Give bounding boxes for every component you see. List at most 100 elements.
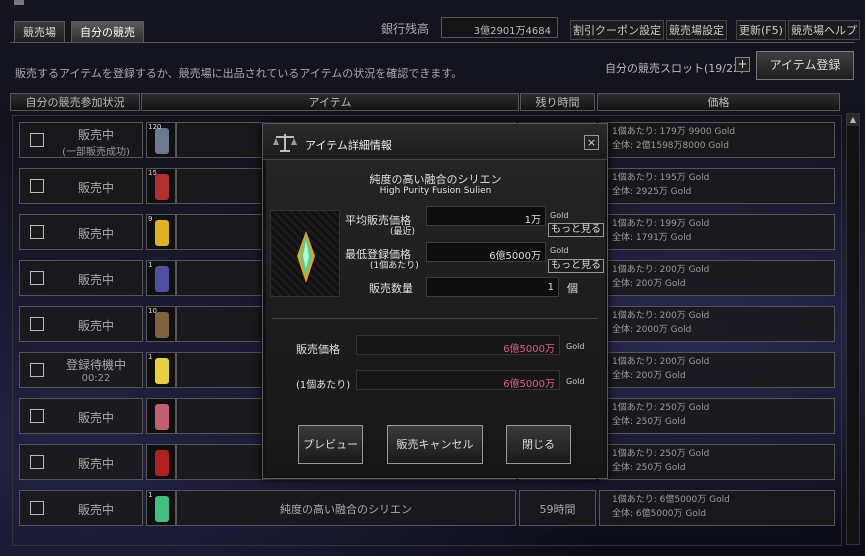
item-name: 純度の高い融合のシリエン	[369, 173, 502, 186]
row-status-cell: 販売中	[19, 168, 143, 204]
window-corner-icon	[14, 0, 24, 5]
bank-balance-value: 3億2901万4684	[441, 17, 558, 38]
row-status-text: 販売中	[77, 273, 114, 287]
row-status-cell: 販売中	[19, 214, 143, 250]
sale-price-input[interactable]: 6億5000万	[356, 335, 560, 355]
row-price-per-unit: 1個あたり: 200万 Gold	[612, 357, 710, 367]
row-status: 販売中	[48, 409, 144, 426]
scroll-up-icon[interactable]: ▲	[847, 114, 859, 126]
quantity-field: 1	[426, 277, 559, 297]
row-checkbox[interactable]	[30, 179, 44, 193]
row-item-icon-cell[interactable]: 1	[146, 490, 176, 526]
row-status-text: 販売中	[77, 319, 114, 333]
row-price-total: 全体: 1791万 Gold	[612, 233, 692, 243]
per-unit-gold-label: Gold	[566, 377, 585, 386]
close-icon[interactable]: ×	[584, 135, 599, 150]
scale-icon	[272, 130, 298, 154]
coupon-settings-link[interactable]: 割引クーポン設定	[570, 20, 664, 40]
close-button[interactable]: 閉じる	[506, 425, 571, 464]
auction-settings-link[interactable]: 競売場設定	[666, 20, 727, 40]
row-item-icon-cell[interactable]	[146, 398, 176, 434]
row-price-per-unit: 1個あたり: 200万 Gold	[612, 311, 710, 321]
row-price-total: 全体: 250万 Gold	[612, 463, 686, 473]
avg-price-more-button[interactable]: もっと見る	[548, 223, 604, 237]
row-price-total: 全体: 200万 Gold	[612, 279, 686, 289]
add-slot-button[interactable]: +	[735, 57, 750, 72]
row-item-quantity: 1	[148, 353, 153, 361]
register-item-button[interactable]: アイテム登録	[756, 51, 854, 80]
preview-button[interactable]: プレビュー	[298, 425, 363, 464]
row-item-icon-cell[interactable]: 10	[146, 306, 176, 342]
row-item-quantity: 1	[148, 491, 153, 499]
row-status-cell: 販売中	[19, 490, 143, 526]
row-price-per-unit: 1個あたり: 6億5000万 Gold	[612, 495, 730, 505]
row-status-text: 販売中	[77, 411, 114, 425]
min-price-more-button[interactable]: もっと見る	[548, 259, 604, 273]
row-status-cell: 登録待機中 00:22	[19, 352, 143, 388]
scrollbar[interactable]	[846, 113, 860, 545]
column-header-item[interactable]: アイテム	[141, 93, 519, 111]
table-row[interactable]: 販売中 1 純度の高い融合のシリエン 59時間 1個あたり: 6億5000万 Gold 全…	[15, 489, 837, 527]
row-price-total: 全体: 2000万 Gold	[612, 325, 692, 335]
row-price-per-unit: 1個あたり: 199万 Gold	[612, 219, 710, 229]
row-status-sub: 00:22	[81, 373, 111, 384]
row-item-icon-cell[interactable]: 15	[146, 168, 176, 204]
row-status-cell: 販売中	[19, 306, 143, 342]
row-price-cell: 1個あたり: 200万 Gold 全体: 200万 Gold	[599, 260, 835, 296]
row-checkbox[interactable]	[30, 225, 44, 239]
row-item-icon-cell[interactable]: 9	[146, 214, 176, 250]
row-status: 販売中	[48, 317, 144, 334]
row-item-icon-cell[interactable]	[146, 444, 176, 480]
per-unit-price-field: 6億5000万	[356, 370, 560, 390]
row-item-icon-cell[interactable]: 120	[146, 122, 176, 158]
row-price-per-unit: 1個あたり: 195万 Gold	[612, 173, 710, 183]
row-price-total: 全体: 2億1598万8000 Gold	[612, 141, 729, 151]
row-checkbox[interactable]	[30, 501, 44, 515]
sale-price-label: 販売価格	[296, 343, 340, 356]
column-header-time[interactable]: 残り時間	[520, 93, 595, 111]
crystal-icon	[297, 231, 315, 283]
item-name-english: High Purity Fusion Sulien	[379, 186, 492, 196]
row-status-text: 販売中	[77, 503, 114, 517]
row-checkbox[interactable]	[30, 271, 44, 285]
tab-auction-house[interactable]: 競売場	[14, 21, 65, 43]
row-checkbox[interactable]	[30, 133, 44, 147]
cancel-sale-button[interactable]: 販売キャンセル	[387, 425, 483, 464]
refresh-link[interactable]: 更新(F5)	[736, 20, 786, 40]
row-checkbox[interactable]	[30, 317, 44, 331]
row-price-per-unit: 1個あたり: 250万 Gold	[612, 449, 710, 459]
row-checkbox[interactable]	[30, 409, 44, 423]
help-link[interactable]: 競売場ヘルプ	[788, 20, 860, 40]
column-header-price[interactable]: 価格	[597, 93, 840, 111]
column-header-status[interactable]: 自分の競売参加状況	[10, 93, 140, 111]
row-item-icon-cell[interactable]: 1	[146, 260, 176, 296]
row-item-icon-cell[interactable]: 1	[146, 352, 176, 388]
row-item-name: 純度の高い融合のシリエン	[280, 503, 412, 516]
slot-count-label: 自分の競売スロット(19/22)	[605, 62, 745, 75]
row-time-left: 59時間	[539, 503, 576, 516]
row-status-cell: 販売中 (一部販売成功)	[19, 122, 143, 158]
item-icon	[155, 312, 169, 338]
item-icon	[155, 450, 169, 476]
row-time-cell: 59時間	[519, 490, 596, 526]
instruction-text: 販売するアイテムを登録するか、競売場に出品されているアイテムの状況を確認できます…	[15, 67, 463, 80]
dialog-title: アイテム詳細情報	[305, 139, 392, 152]
dialog-separator	[272, 318, 598, 319]
row-checkbox[interactable]	[30, 363, 44, 377]
row-status-sub: (一部販売成功)	[62, 147, 130, 158]
tab-my-auction[interactable]: 自分の競売	[71, 21, 144, 43]
row-status: 登録待機中 00:22	[48, 356, 144, 384]
quantity-unit: 個	[567, 282, 578, 295]
row-price-total: 全体: 2925万 Gold	[612, 187, 692, 197]
per-unit-label: (1個あたり)	[296, 380, 351, 391]
row-price-cell: 1個あたり: 250万 Gold 全体: 250万 Gold	[599, 444, 835, 480]
tab-divider	[10, 42, 855, 43]
row-item-quantity: 120	[148, 123, 162, 131]
item-icon	[155, 404, 169, 430]
item-icon	[155, 174, 169, 200]
row-checkbox[interactable]	[30, 455, 44, 469]
item-icon	[155, 220, 169, 246]
row-status-text: 販売中	[77, 181, 114, 195]
item-icon	[155, 128, 169, 154]
row-price-cell: 1個あたり: 195万 Gold 全体: 2925万 Gold	[599, 168, 835, 204]
